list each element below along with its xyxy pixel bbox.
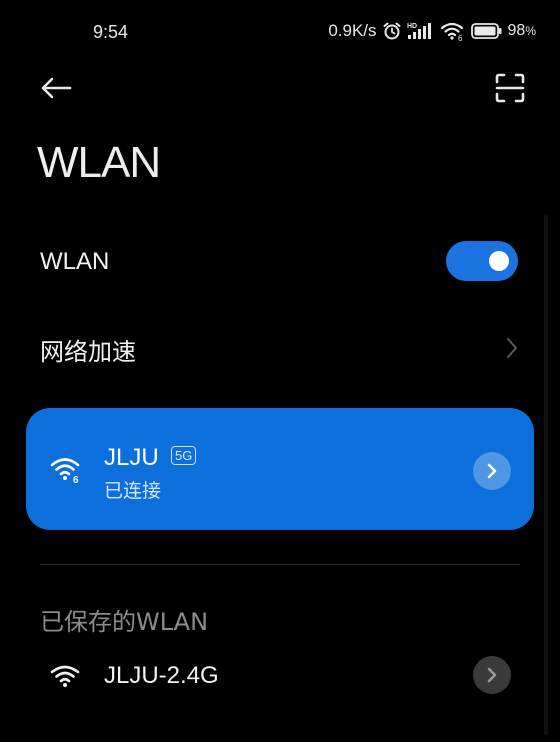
network-acceleration-label: 网络加速 [40,338,136,366]
wifi-6-icon: 6 [50,458,80,484]
toggle-knob [489,251,509,271]
battery-percent: 98% [508,22,536,40]
battery-icon [470,22,503,40]
battery-percent-unit: % [525,24,536,38]
scan-button[interactable] [488,68,532,108]
connection-status: 已连接 [104,480,162,502]
battery-percent-value: 98 [507,22,526,39]
connected-ssid: JLJU [104,444,159,471]
saved-networks-title: 已保存的WLAN [40,608,209,636]
chevron-right-icon [507,338,517,358]
network-acceleration-row[interactable]: 网络加速 [0,318,560,378]
svg-text:6: 6 [73,475,79,484]
page-title: WLAN [37,138,161,187]
wifi-6-icon: 6 [440,21,466,41]
hd-signal-icon: HD [407,21,435,41]
status-bar: 9:54 0.9K/s HD 6 98% [0,0,560,64]
scrollbar[interactable] [544,215,548,735]
wlan-toggle-label: WLAN [40,248,110,275]
saved-network-detail-button[interactable] [473,656,511,694]
wifi-icon [50,665,80,687]
wlan-toggle-switch[interactable] [446,241,518,281]
chevron-right-icon [487,667,497,683]
status-time: 9:54 [93,22,129,42]
arrow-left-icon [41,77,72,99]
connected-network-card[interactable]: 6 JLJU 5G 已连接 [26,408,534,530]
network-detail-button[interactable] [473,452,511,490]
saved-ssid: JLJU-2.4G [104,662,219,689]
band-badge: 5G [171,446,197,465]
qr-scan-icon [495,73,525,103]
status-icons: 0.9K/s HD 6 98% [328,21,536,41]
network-speed: 0.9K/s [328,21,377,40]
wlan-toggle-row[interactable]: WLAN [0,232,560,292]
svg-text:HD: HD [407,23,417,30]
saved-network-item[interactable]: JLJU-2.4G [0,650,560,702]
back-button[interactable] [36,68,76,108]
divider [40,564,520,565]
chevron-right-icon [487,463,497,479]
svg-text:6: 6 [458,34,463,41]
alarm-icon [382,21,402,41]
